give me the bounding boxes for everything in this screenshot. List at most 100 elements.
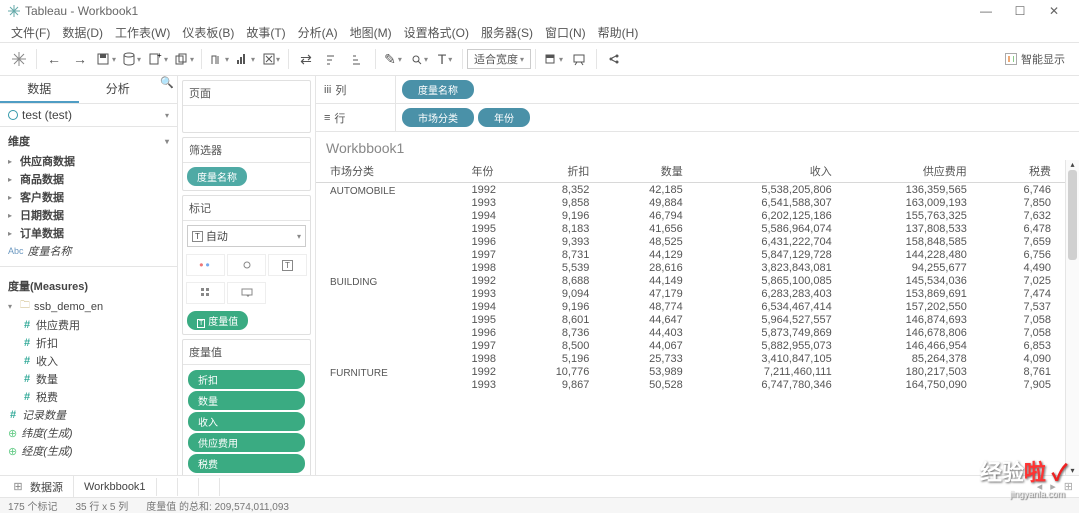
new-worksheet-tab[interactable] [157,478,178,496]
measure-field[interactable]: #收入 [4,352,173,370]
dim-folder[interactable]: ▸客户数据 [4,188,173,206]
highlight-button[interactable]: ✎▾ [380,47,406,71]
close-button[interactable]: ✕ [1037,4,1071,18]
table-row[interactable]: FURNITURE199210,77653,9897,211,460,11118… [316,365,1065,378]
measure-field[interactable]: #折扣 [4,334,173,352]
value-pill[interactable]: 供应费用 [188,433,305,452]
measure-folder[interactable]: ▾🗀ssb_demo_en [4,297,173,316]
menu-help[interactable]: 帮助(H) [593,24,644,41]
menu-map[interactable]: 地图(M) [345,24,397,41]
show-me-button[interactable]: 智能显示 [1005,51,1073,67]
cell-value: 41,656 [603,222,696,235]
menu-server[interactable]: 服务器(S) [476,24,538,41]
cell-value: 8,761 [981,365,1065,378]
size-mark[interactable] [227,254,266,276]
value-pill[interactable]: 数量 [188,391,305,410]
show-cards-button[interactable]: ▾ [540,47,566,71]
tab-data[interactable]: 数据 [0,76,79,103]
menu-file[interactable]: 文件(F) [6,24,55,41]
cell-value: 7,474 [981,287,1065,300]
scroll-thumb[interactable] [1068,170,1077,260]
back-button[interactable]: ← [41,47,67,71]
cell-year: 1998 [457,352,509,365]
menu-window[interactable]: 窗口(N) [540,24,591,41]
crosstab-view[interactable]: 市场分类年份折扣数量收入供应费用税费AUTOMOBILE19928,35242,… [316,160,1065,475]
menu-analysis[interactable]: 分析(A) [293,24,343,41]
cell-value: 6,283,283,403 [697,287,846,300]
columns-shelf[interactable]: 度量名称 [396,80,1079,99]
new-dashboard-tab[interactable] [178,478,199,496]
menu-dashboard[interactable]: 仪表板(B) [177,24,239,41]
menu-worksheet[interactable]: 工作表(W) [110,24,175,41]
new-sheet-button[interactable]: +▾ [145,47,171,71]
cell-value: 158,848,585 [846,235,981,248]
dim-field[interactable]: Abc度量名称 [4,242,173,260]
measure-field[interactable]: #供应费用 [4,316,173,334]
calc-field[interactable]: ⊕纬度(生成) [4,424,173,442]
measure-field[interactable]: #数量 [4,370,173,388]
sort-asc-button[interactable]: ▾ [232,47,258,71]
swap-button[interactable]: ▾ [206,47,232,71]
scroll-up-arrow[interactable]: ▴ [1066,160,1079,169]
value-pill[interactable]: 税费 [188,454,305,473]
measure-values-shelf[interactable]: 度量值 折扣 数量 收入 供应费用 税费 [182,339,311,475]
label-button[interactable]: T▾ [432,47,458,71]
presentation-button[interactable] [566,47,592,71]
share-button[interactable] [601,47,627,71]
tooltip-mark[interactable] [227,282,266,304]
cell-value: 44,067 [603,339,696,352]
clear-button[interactable]: ▾ [258,47,284,71]
search-icon[interactable]: 🔍 [157,76,177,103]
dim-folder[interactable]: ▸日期数据 [4,206,173,224]
menu-format[interactable]: 设置格式(O) [399,24,474,41]
worksheet-title[interactable]: Workbbook1 [316,132,1079,160]
pages-shelf[interactable]: 页面 [182,80,311,133]
measure-field[interactable]: #记录数量 [4,406,173,424]
dim-folder[interactable]: ▸商品数据 [4,170,173,188]
measure-field[interactable]: #税费 [4,388,173,406]
datasource-tab[interactable]: ⊞数据源 [0,476,74,498]
rows-shelf[interactable]: 市场分类 年份 [396,108,1079,127]
detail-mark[interactable] [186,282,225,304]
tableau-icon[interactable] [6,47,32,71]
dim-folder[interactable]: ▸供应商数据 [4,152,173,170]
sort-asc-icon[interactable] [319,47,345,71]
row-pill[interactable]: 年份 [478,108,530,127]
forward-button[interactable]: → [67,47,93,71]
new-story-tab[interactable] [199,478,220,496]
fit-dropdown[interactable]: 适合宽度 ▾ [467,49,531,69]
sort-desc-icon[interactable] [345,47,371,71]
filters-shelf[interactable]: 筛选器 度量名称 [182,137,311,191]
maximize-button[interactable]: ☐ [1003,4,1037,18]
cell-value: 6,746 [981,183,1065,197]
save-button[interactable]: ▾ [93,47,119,71]
row-pill[interactable]: 市场分类 [402,108,474,127]
mark-type-dropdown[interactable]: T自动▾ [187,225,306,247]
dim-folder[interactable]: ▸订单数据 [4,224,173,242]
calc-field[interactable]: ⊕经度(生成) [4,442,173,460]
minimize-button[interactable]: — [969,4,1003,18]
column-pill[interactable]: 度量名称 [402,80,474,99]
value-pill[interactable]: 折扣 [188,370,305,389]
menu-data[interactable]: 数据(D) [57,24,108,41]
marks-card[interactable]: 标记 T自动▾ •• T T度量值 [182,195,311,335]
text-mark[interactable]: T [268,254,307,276]
menu-story[interactable]: 故事(T) [241,24,290,41]
duplicate-button[interactable]: ▾ [171,47,197,71]
color-mark[interactable]: •• [186,254,225,276]
new-datasource-button[interactable]: ▾ [119,47,145,71]
datasource-item[interactable]: test (test) ▾ [0,104,177,127]
cell-value: 9,196 [510,209,603,222]
value-pill[interactable]: 收入 [188,412,305,431]
tab-analytics[interactable]: 分析 [79,76,158,103]
swap-axes-button[interactable]: ⇄ [293,47,319,71]
vertical-scrollbar[interactable]: ▴ ▾ [1065,160,1079,475]
scroll-down-arrow[interactable]: ▾ [1066,466,1079,475]
table-row[interactable]: BUILDING19928,68844,1495,865,100,085145,… [316,274,1065,287]
table-row[interactable]: AUTOMOBILE19928,35242,1855,538,205,80613… [316,183,1065,197]
worksheet-tab[interactable]: Workbbook1 [74,478,157,496]
group-button[interactable]: ▾ [406,47,432,71]
menubar[interactable]: 文件(F) 数据(D) 工作表(W) 仪表板(B) 故事(T) 分析(A) 地图… [0,22,1079,42]
text-pill[interactable]: T度量值 [187,311,248,330]
filter-pill[interactable]: 度量名称 [187,167,247,186]
